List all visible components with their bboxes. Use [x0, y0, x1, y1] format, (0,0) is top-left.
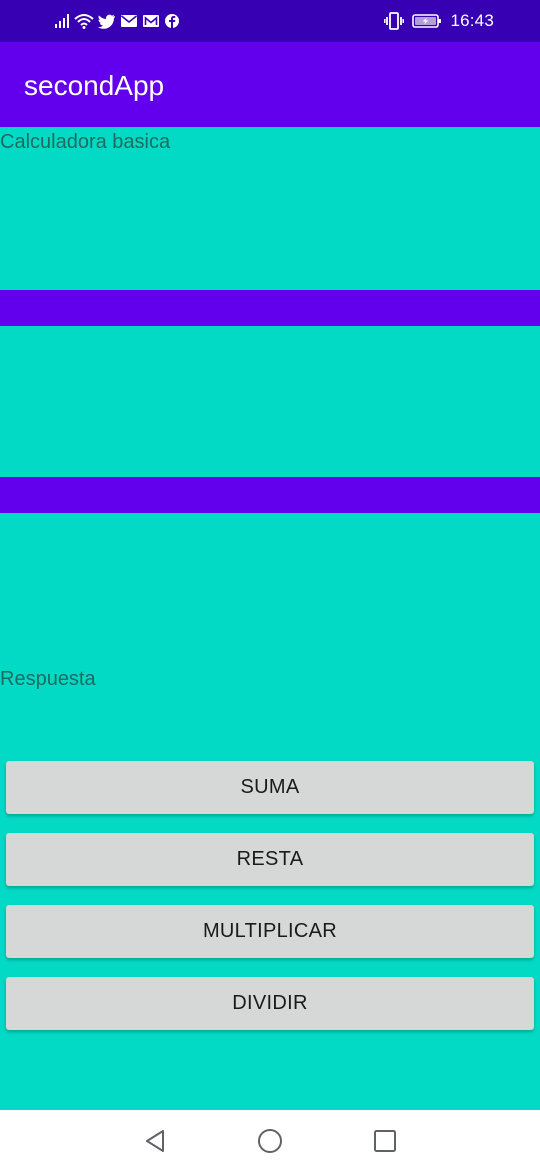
wifi-icon	[74, 14, 94, 29]
gmail-icon	[143, 15, 159, 27]
back-icon[interactable]	[140, 1126, 170, 1156]
app-title: secondApp	[24, 70, 165, 101]
status-bar: 16:43	[0, 0, 540, 42]
twitter-icon	[98, 14, 116, 29]
mail-icon	[121, 15, 137, 27]
answer-label: Respuesta	[0, 668, 96, 690]
navigation-bar	[0, 1110, 540, 1170]
status-time: 16:43	[450, 11, 494, 30]
facebook-icon	[165, 14, 179, 28]
first-number-input[interactable]	[0, 290, 540, 326]
multiply-button[interactable]: MULTIPLICAR	[6, 905, 534, 958]
notification-icons	[54, 11, 180, 31]
divide-button[interactable]: DIVIDIR	[6, 977, 534, 1030]
system-status: 16:43	[384, 10, 494, 32]
second-number-input[interactable]	[0, 477, 540, 513]
calculator-title-label: Calculadora basica	[0, 131, 171, 153]
sum-button[interactable]: SUMA	[6, 761, 534, 814]
app-bar: secondApp	[0, 42, 540, 127]
recents-icon[interactable]	[370, 1126, 400, 1156]
subtract-button[interactable]: RESTA	[6, 833, 534, 886]
home-icon[interactable]	[255, 1126, 285, 1156]
vibrate-icon	[384, 12, 405, 30]
signal-icon	[55, 14, 69, 28]
battery-charging-icon	[412, 14, 442, 28]
